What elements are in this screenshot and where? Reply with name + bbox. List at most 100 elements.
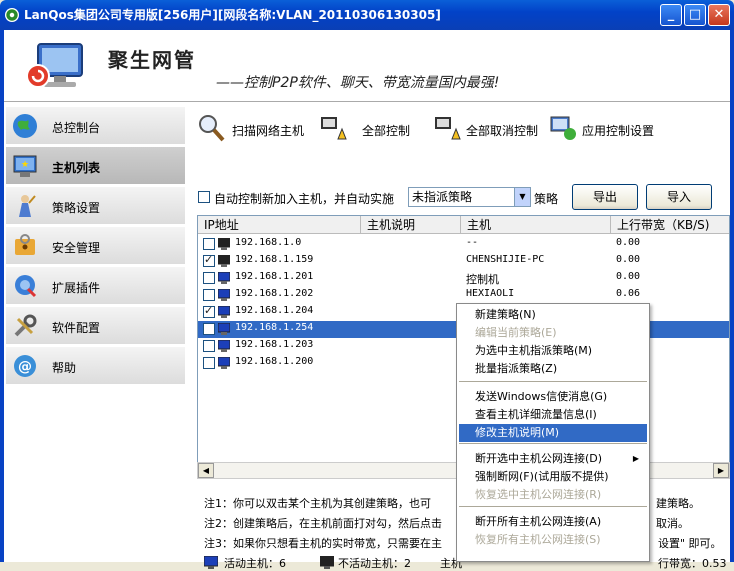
control-all-icon bbox=[321, 117, 347, 140]
context-menu-item-label: 查看主机详细流量信息(I) bbox=[475, 408, 597, 421]
sidebar-item-label: 主机列表 bbox=[52, 161, 101, 175]
context-menu-item[interactable]: 恢复所有主机公网连接(S) bbox=[459, 531, 647, 549]
context-menu-item[interactable]: 断开所有主机公网连接(A) bbox=[459, 513, 647, 531]
auto-control-checkbox[interactable] bbox=[198, 191, 210, 203]
row-checkbox[interactable] bbox=[203, 289, 215, 301]
policy-select[interactable]: 未指派策略 ▼ bbox=[408, 187, 531, 207]
uncontrol-all-label: 全部取消控制 bbox=[466, 124, 539, 138]
row-checkbox[interactable] bbox=[203, 323, 215, 335]
column-header-host[interactable]: 主机 bbox=[461, 216, 611, 234]
sidebar-item-label: 安全管理 bbox=[52, 241, 101, 255]
menu-separator bbox=[459, 443, 647, 444]
sidebar-item-label: 策略设置 bbox=[52, 201, 101, 215]
context-menu-item[interactable]: 新建策略(N) bbox=[459, 306, 647, 324]
context-menu-item-label: 新建策略(N) bbox=[475, 308, 536, 321]
note-1: 注1：你可以双击某个主机为其创建策略，也可 bbox=[204, 497, 431, 510]
active-hosts-count: 活动主机：6 bbox=[224, 557, 286, 570]
uncontrol-all-icon bbox=[435, 117, 461, 140]
app-control-settings-label: 应用控制设置 bbox=[582, 124, 655, 138]
chevron-down-icon[interactable]: ▼ bbox=[514, 188, 530, 206]
table-row[interactable]: 192.168.1.0 -- 0.00 bbox=[198, 236, 729, 253]
control-all-button[interactable]: 全部控制 bbox=[318, 113, 418, 145]
sidebar-item-plugins[interactable]: 扩展插件 bbox=[6, 267, 185, 305]
host-name-cell: 控制机 bbox=[466, 273, 499, 286]
menu-separator bbox=[459, 381, 647, 382]
table-row[interactable]: 192.168.1.159 CHENSHIJIE-PC 0.00 bbox=[198, 253, 729, 270]
host-name-cell: HEXIAOLI bbox=[466, 288, 515, 299]
context-menu-item-label: 修改主机说明(M) bbox=[475, 426, 560, 439]
column-header-ip[interactable]: IP地址 bbox=[198, 216, 361, 234]
context-menu-item[interactable]: 编辑当前策略(E) bbox=[459, 324, 647, 342]
row-checkbox[interactable] bbox=[203, 272, 215, 284]
sidebar-item-label: 软件配置 bbox=[52, 321, 101, 335]
host-name-cell: CHENSHIJIE-PC bbox=[466, 254, 545, 265]
context-menu-item[interactable]: 修改主机说明(M) bbox=[459, 424, 647, 442]
scan-network-button[interactable]: 扫描网络主机 bbox=[196, 113, 311, 145]
app-settings-icon bbox=[550, 116, 576, 140]
active-host-icon bbox=[218, 272, 230, 284]
context-menu-item[interactable]: 为选中主机指派策略(M) bbox=[459, 342, 647, 360]
row-checkbox[interactable] bbox=[203, 253, 215, 267]
export-button[interactable]: 导出 bbox=[572, 184, 638, 210]
context-menu-item[interactable]: 查看主机详细流量信息(I) bbox=[459, 406, 647, 424]
table-row[interactable]: 192.168.1.201 控制机 0.00 bbox=[198, 270, 729, 287]
active-host-icon bbox=[218, 289, 230, 301]
sidebar-item-help[interactable]: @ 帮助 bbox=[6, 347, 185, 385]
row-checkbox[interactable] bbox=[203, 304, 215, 318]
help-icon: @ bbox=[14, 355, 36, 377]
note-1-tail: 建策略。 bbox=[656, 497, 700, 510]
window-titlebar[interactable]: LanQos集团公司专用版[256用户][网段名称:VLAN_201103061… bbox=[0, 0, 734, 30]
uncontrol-all-button[interactable]: 全部取消控制 bbox=[432, 113, 542, 145]
sidebar-item-security[interactable]: 安全管理 bbox=[6, 227, 185, 265]
close-button[interactable]: ✕ bbox=[708, 4, 730, 26]
app-header: 聚生网管 ——控制P2P软件、聊天、带宽流量国内最强! bbox=[4, 30, 730, 102]
logo-icon bbox=[26, 43, 83, 88]
brand-name: 聚生网管 bbox=[108, 48, 196, 72]
sidebar-item-policy[interactable]: 策略设置 bbox=[6, 187, 185, 225]
row-checkbox[interactable] bbox=[203, 357, 215, 369]
host-name-cell: -- bbox=[466, 237, 479, 248]
import-button[interactable]: 导入 bbox=[646, 184, 712, 210]
maximize-button[interactable]: □ bbox=[684, 4, 706, 26]
sidebar-item-console[interactable]: 总控制台 bbox=[6, 107, 185, 145]
tools-icon bbox=[14, 314, 37, 337]
context-menu-item-label: 编辑当前策略(E) bbox=[475, 326, 557, 339]
window-title: LanQos集团公司专用版[256用户][网段名称:VLAN_201103061… bbox=[24, 8, 441, 22]
context-menu-item[interactable]: 发送Windows信使消息(G) bbox=[459, 388, 647, 406]
active-host-icon bbox=[218, 323, 230, 335]
context-menu-item-label: 恢复选中主机公网连接(R) bbox=[475, 488, 602, 501]
scroll-left-icon[interactable]: ◀ bbox=[198, 463, 214, 478]
context-menu-item[interactable]: 强制断网(F)(试用版不提供) bbox=[459, 468, 647, 486]
svg-text:@: @ bbox=[18, 359, 32, 375]
table-row[interactable]: 192.168.1.202 HEXIAOLI 0.06 bbox=[198, 287, 729, 304]
column-header-description[interactable]: 主机说明 bbox=[361, 216, 461, 234]
active-host-icon bbox=[218, 340, 230, 352]
inactive-hosts-count: 不活动主机：2 bbox=[338, 557, 411, 570]
context-menu-item[interactable]: 断开选中主机公网连接(D) ▶ bbox=[459, 450, 647, 468]
brand-slogan: ——控制P2P软件、聊天、带宽流量国内最强! bbox=[216, 75, 500, 91]
context-menu-item[interactable]: 恢复选中主机公网连接(R) bbox=[459, 486, 647, 504]
row-checkbox[interactable] bbox=[203, 340, 215, 352]
scroll-right-icon[interactable]: ▶ bbox=[713, 463, 729, 478]
ip-address-cell: 192.168.1.254 bbox=[235, 322, 314, 333]
ip-address-cell: 192.168.1.200 bbox=[235, 356, 314, 367]
svg-text:★: ★ bbox=[21, 160, 29, 170]
app-control-settings-button[interactable]: 应用控制设置 bbox=[548, 113, 658, 145]
scan-network-label: 扫描网络主机 bbox=[232, 124, 305, 138]
sidebar-item-host-list[interactable]: ★ 主机列表 bbox=[6, 147, 185, 185]
sidebar-item-label: 总控制台 bbox=[52, 121, 101, 135]
column-header-upload[interactable]: 上行带宽（KB/S) bbox=[611, 216, 729, 234]
context-menu-item-label: 为选中主机指派策略(M) bbox=[475, 344, 593, 357]
active-host-icon bbox=[204, 556, 218, 569]
note-2: 注2：创建策略后，在主机前面打对勾，然后点击 bbox=[204, 517, 442, 530]
context-menu-item[interactable]: 批量指派策略(Z) bbox=[459, 360, 647, 378]
context-menu-item-label: 断开选中主机公网连接(D) bbox=[475, 452, 603, 465]
row-checkbox[interactable] bbox=[203, 238, 215, 250]
active-host-icon bbox=[218, 306, 230, 318]
upload-bandwidth-cell: 0.00 bbox=[616, 237, 641, 248]
minimize-button[interactable]: _ bbox=[660, 4, 682, 26]
control-all-label: 全部控制 bbox=[362, 124, 411, 138]
monitor-icon: ★ bbox=[13, 155, 37, 177]
sidebar-item-software-config[interactable]: 软件配置 bbox=[6, 307, 185, 345]
context-menu-item-label: 批量指派策略(Z) bbox=[475, 362, 558, 375]
